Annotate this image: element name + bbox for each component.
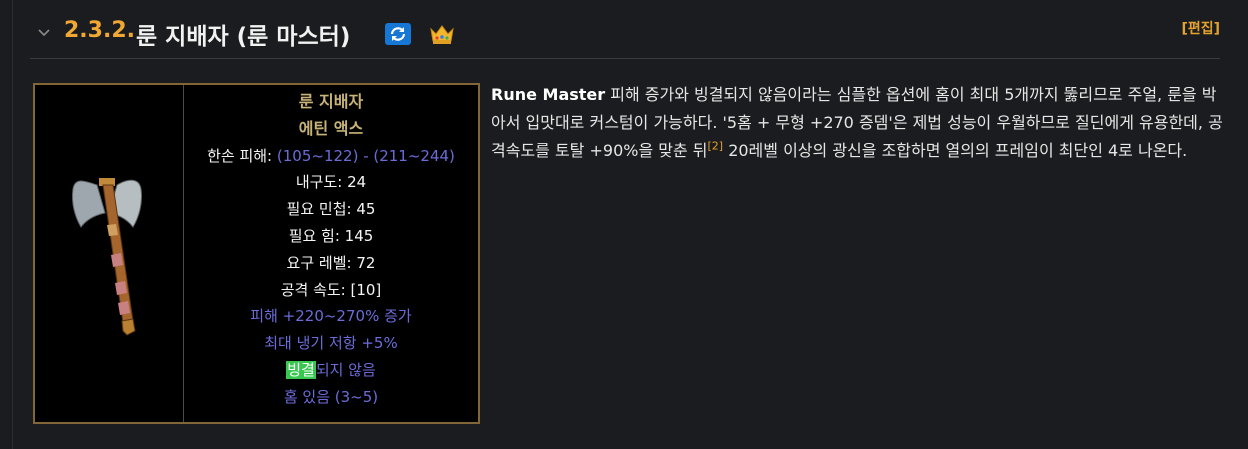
item-card: 룬 지배자 에틴 액스 한손 피해: (105~122) - (211~244)…: [33, 83, 480, 424]
crown-icon: [430, 25, 454, 44]
sync-icon[interactable]: [385, 23, 411, 45]
edit-link[interactable]: [편집]: [1181, 18, 1220, 38]
required-dexterity: 필요 민첩: 45: [286, 200, 376, 219]
attack-speed: 공격 속도: [10]: [280, 280, 382, 299]
page: 2.3.2. 룬 지배자 (룬 마스터) [편집] 룬 지배자 에틴 액스 한손…: [0, 0, 1248, 449]
section-number: 2.3.2.: [64, 18, 135, 43]
required-level: 요구 레벨: 72: [286, 253, 376, 272]
item-english-name: Rune Master: [491, 85, 606, 104]
mod-cannot-freeze: 빙결되지 않음: [184, 357, 478, 384]
section-title: 룬 지배자 (룬 마스터): [136, 24, 351, 50]
chevron-down-icon[interactable]: [36, 24, 52, 40]
damage-value: (105~122) - (211~244): [276, 146, 455, 165]
durability: 내구도: 24: [295, 173, 367, 192]
mod-cold-resist: 최대 냉기 저항 +5%: [264, 334, 398, 353]
content-border: [12, 0, 13, 449]
mod-sockets: 홈 있음 (3~5): [283, 387, 379, 406]
section-header: 2.3.2. 룬 지배자 (룬 마스터) [편집]: [30, 14, 1220, 59]
required-strength: 필요 힘: 145: [288, 226, 374, 245]
search-highlight: 빙결: [286, 360, 316, 379]
damage-label: 한손 피해:: [207, 146, 273, 165]
description-paragraph: Rune Master 피해 증가와 빙결되지 않음이라는 심플한 옵션에 홈이…: [491, 81, 1231, 165]
description-part-2: 20레벨 이상의 광신을 조합하면 열의의 프레임이 최단인 4로 나온다.: [723, 141, 1188, 160]
item-name: 룬 지배자: [298, 92, 364, 111]
item-stats: 룬 지배자 에틴 액스 한손 피해: (105~122) - (211~244)…: [184, 85, 478, 422]
damage-row: 한손 피해: (105~122) - (211~244): [184, 143, 478, 170]
item-image-panel: [35, 85, 184, 422]
mod-damage: 피해 +220~270% 증가: [250, 307, 412, 326]
footnote-link[interactable]: [2]: [708, 140, 724, 153]
item-base-type: 에틴 액스: [298, 118, 364, 138]
mod-freeze-rest: 되지 않음: [315, 360, 376, 379]
axe-image: [72, 178, 142, 336]
